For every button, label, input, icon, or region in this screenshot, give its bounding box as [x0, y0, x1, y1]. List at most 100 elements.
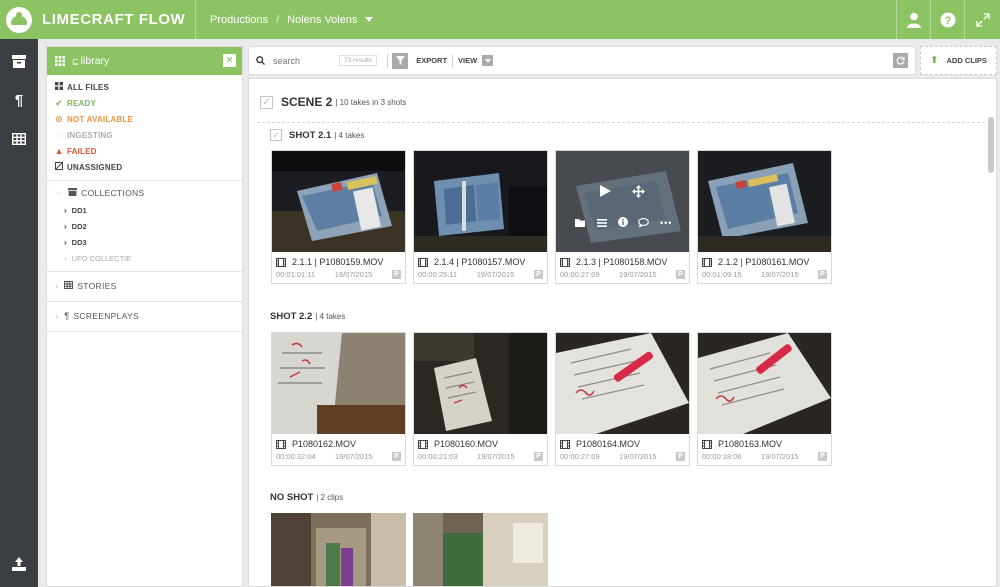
clip-card[interactable]: P1080162.MOV 00:00:32:04 19/07/2015 P [271, 332, 406, 466]
clip-name: 2.1.2 | P1080161.MOV [718, 257, 810, 267]
clip-duration: 00:00:27:09 [560, 270, 600, 279]
view-dropdown-icon[interactable] [482, 55, 494, 66]
more-icon[interactable]: ••• [660, 218, 672, 228]
filter-failed[interactable]: ▲ FAILED [47, 143, 242, 159]
add-clips-button[interactable]: ⬆ ADD CLIPS [920, 46, 997, 75]
grid-icon[interactable] [55, 56, 65, 66]
filter-unassigned[interactable]: UNASSIGNED [47, 159, 242, 175]
clip-thumbnail[interactable] [698, 333, 831, 434]
screenplays-toggle[interactable]: › ¶ SCREENPLAYS [47, 306, 242, 325]
fullscreen-button[interactable] [964, 0, 1000, 39]
chevron-right-icon: › [55, 280, 59, 291]
collections-toggle[interactable]: ⌵ COLLECTIONS [47, 183, 242, 202]
stories-label: STORIES [77, 280, 117, 291]
chevron-right-icon: › [64, 221, 67, 231]
clip-badge: P [675, 452, 685, 461]
scrollbar[interactable] [988, 117, 994, 173]
clip-card[interactable]: P1080160.MOV 00:00:21:03 19/07/2015 P [413, 332, 548, 466]
user-button[interactable] [896, 0, 930, 39]
help-button[interactable]: ? [930, 0, 964, 39]
stories-toggle[interactable]: › STORIES [47, 276, 242, 295]
expand-icon [975, 12, 990, 27]
clip-thumbnail[interactable] [698, 151, 831, 252]
clip-thumbnail[interactable] [414, 151, 547, 252]
rail-table-button[interactable] [0, 120, 38, 158]
library-title: library [80, 55, 110, 67]
clip-card[interactable]: 2.1.1 | P1080159.MOV 00:01:01:11 19/07/2… [271, 150, 406, 284]
filter-label: READY [67, 98, 97, 108]
shot-meta: | 4 takes [334, 130, 365, 140]
filter-all-files[interactable]: ALL FILES [47, 79, 242, 95]
rail-upload-button[interactable] [0, 545, 38, 583]
clip-thumbnail[interactable] [272, 333, 405, 434]
chevron-down-icon: ⌵ [55, 187, 63, 197]
collection-item[interactable]: › DD1 [47, 202, 242, 218]
close-library-button[interactable]: × [223, 54, 236, 67]
clip-card[interactable]: P1080164.MOV 00:00:27:09 19/07/2015 P [555, 332, 690, 466]
move-icon[interactable] [632, 185, 645, 201]
app-logo[interactable]: LIMECRAFT FLOW [0, 0, 196, 39]
user-icon [906, 12, 921, 28]
breadcrumb-separator: / [276, 13, 280, 26]
film-icon [560, 257, 570, 267]
spinner-icon: ◌ [56, 130, 62, 140]
refresh-button[interactable] [893, 53, 908, 68]
clip-duration: 00:00:25:11 [418, 270, 458, 279]
upload-icon [12, 557, 26, 571]
collection-item[interactable]: › DD2 [47, 218, 242, 234]
check-icon: ✔ [55, 97, 63, 108]
clip-badge: P [675, 270, 685, 279]
library-sidebar: ⊑ library × ALL FILES ✔ READY ⊘ NOT AVAI… [46, 46, 243, 587]
export-button[interactable]: EXPORT [416, 56, 447, 65]
clip-date: 19/07/2015 [761, 270, 799, 279]
unassigned-icon [54, 162, 64, 172]
clip-thumbnail[interactable]: ••• [556, 151, 689, 252]
clip-thumbnail[interactable] [272, 151, 405, 252]
clip-thumbnail[interactable] [271, 513, 406, 586]
filter-ready[interactable]: ✔ READY [47, 95, 242, 111]
all-files-icon [54, 82, 64, 92]
clip-card[interactable]: 2.1.2 | P1080161.MOV 00:01:09:15 19/07/2… [697, 150, 832, 284]
collection-item[interactable]: › UFO COLLECTIE [47, 250, 242, 266]
clip-card[interactable]: 2.1.4 | P1080157.MOV 00:00:25:11 19/07/2… [413, 150, 548, 284]
clip-duration: 00:01:01:11 [276, 270, 316, 279]
clip-thumbnail[interactable] [413, 513, 548, 586]
clip-name: 2.1.1 | P1080159.MOV [292, 257, 384, 267]
project-dropdown-icon[interactable] [365, 17, 374, 22]
clip-card[interactable]: ••• 2.1.3 | P1080158.MOV 00:00:27:09 19/… [555, 150, 690, 284]
clip-badge: P [392, 270, 401, 279]
left-rail: ¶ [0, 39, 38, 587]
shot-title: NO SHOT [270, 492, 314, 503]
filter-not-available[interactable]: ⊘ NOT AVAILABLE [47, 111, 242, 127]
upload-icon: ⬆ [930, 55, 939, 66]
clip-name: P1080162.MOV [292, 439, 357, 449]
collection-item[interactable]: › DD3 [47, 234, 242, 250]
clip-date: 19/07/2015 [619, 270, 657, 279]
clip-thumbnail[interactable] [414, 333, 547, 434]
filter-ingesting[interactable]: ◌ INGESTING [47, 127, 242, 143]
rail-archive-button[interactable] [0, 42, 38, 80]
folder-icon[interactable] [575, 218, 585, 230]
breadcrumb-project[interactable]: Nolens Volens [287, 14, 357, 26]
play-icon[interactable] [600, 185, 611, 200]
comment-icon[interactable] [638, 218, 649, 230]
clip-thumbnail[interactable] [556, 333, 689, 434]
archive-icon [12, 54, 26, 68]
clip-badge: P [533, 452, 543, 461]
filter-button[interactable] [392, 52, 409, 69]
shot-checkbox[interactable]: ✓ [270, 129, 282, 141]
sidebar-divider [47, 301, 242, 302]
search-input[interactable] [273, 55, 333, 66]
scene-checkbox[interactable]: ✓ [260, 95, 273, 109]
clip-card[interactable]: P1080163.MOV 00:00:18:06 19/07/2015 P [697, 332, 832, 466]
view-button[interactable]: VIEW [458, 56, 477, 65]
list-icon[interactable] [597, 218, 607, 230]
scene-title: SCENE 2 [281, 95, 333, 109]
status-filters: ALL FILES ✔ READY ⊘ NOT AVAILABLE ◌ INGE… [47, 75, 242, 175]
rail-screenplay-button[interactable]: ¶ [0, 81, 38, 119]
filter-label: FAILED [67, 146, 97, 156]
breadcrumb-productions[interactable]: Productions [210, 14, 268, 26]
scene-divider [257, 122, 985, 123]
clip-duration: 00:00:32:04 [276, 452, 316, 461]
info-icon[interactable] [618, 217, 628, 230]
